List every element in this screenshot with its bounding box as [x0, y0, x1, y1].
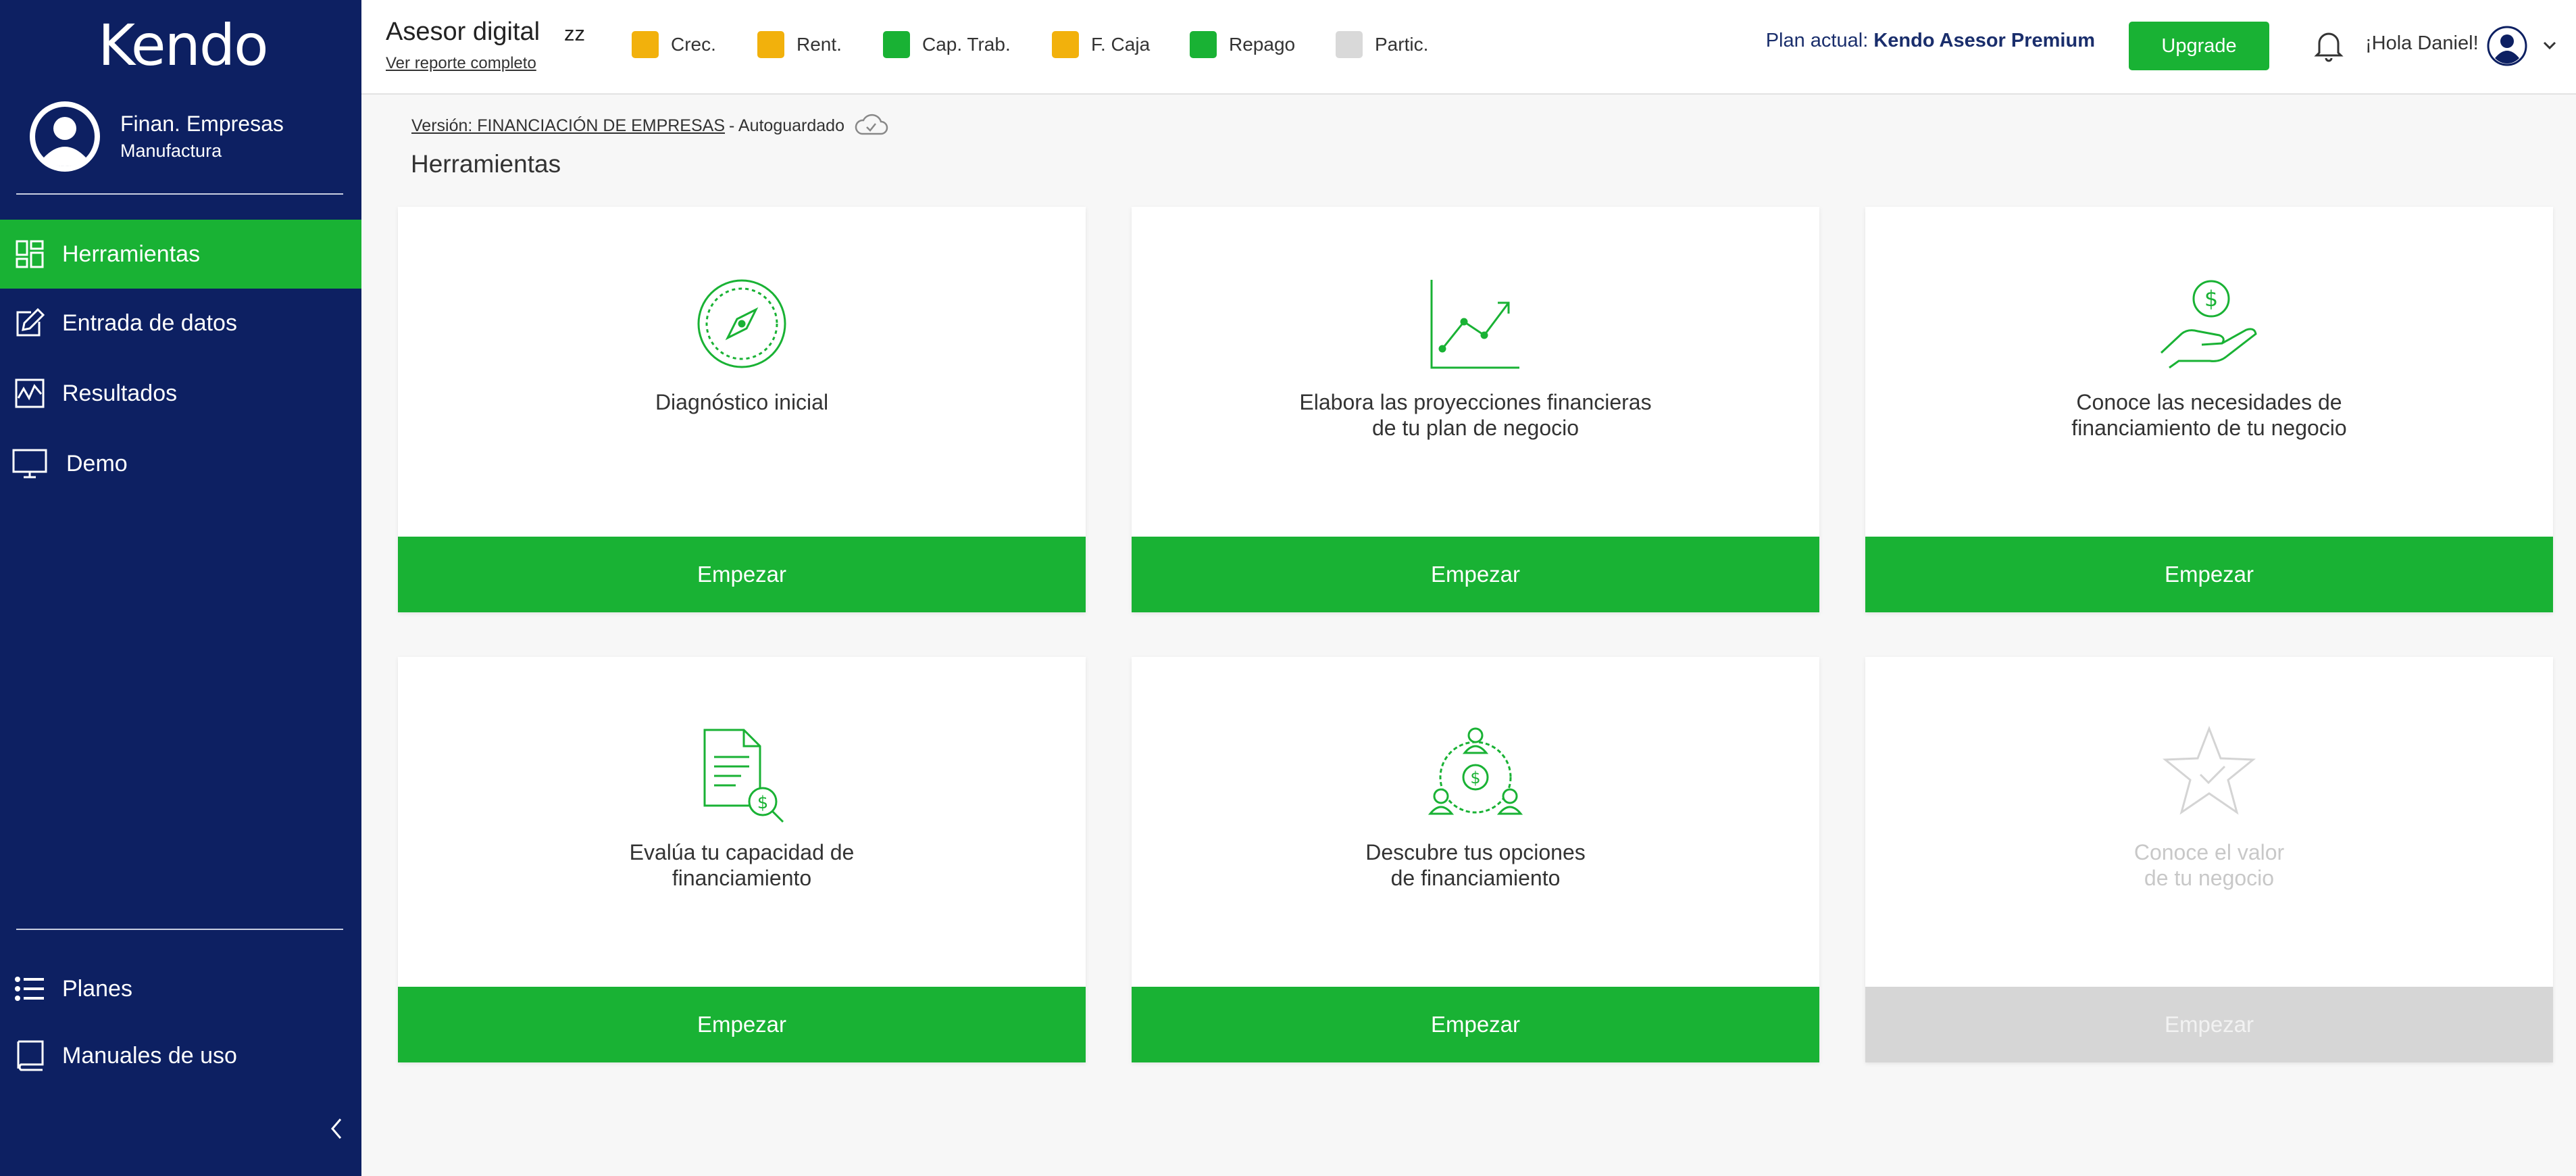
start-button-disabled: Empezar	[1865, 987, 2553, 1062]
sidebar-item-demo[interactable]: Demo	[0, 429, 361, 498]
indicator-repago[interactable]: Repago	[1190, 31, 1295, 58]
card-text: Descubre tus opciones de financiamiento	[1365, 840, 1586, 890]
star-check-icon	[2158, 723, 2260, 825]
hand-coin-icon: $	[2158, 273, 2260, 374]
sidebar-item-label: Manuales de uso	[62, 1042, 237, 1069]
indicator-rent[interactable]: Rent.	[757, 31, 842, 58]
start-button[interactable]: Empezar	[1865, 537, 2553, 612]
card-text: Evalúa tu capacidad de financiamiento	[629, 840, 855, 890]
start-button[interactable]: Empezar	[398, 987, 1086, 1062]
autosave-status: - Autoguardado	[729, 116, 844, 135]
compass-icon	[691, 273, 792, 374]
plan-name: Kendo Asesor Premium	[1873, 30, 2095, 51]
cloud-check-icon	[853, 114, 889, 138]
card-text: Elabora las proyecciones financieras de …	[1299, 390, 1652, 440]
edit-icon	[9, 303, 50, 343]
chevron-down-icon[interactable]	[2541, 38, 2558, 53]
start-button[interactable]: Empezar	[1132, 537, 1819, 612]
growth-chart-icon	[1425, 273, 1526, 374]
version-link[interactable]: Versión: FINANCIACIÓN DE EMPRESAS	[411, 116, 725, 136]
indicator-f-caja[interactable]: F. Caja	[1052, 31, 1150, 58]
tool-card: $ Conoce las necesidades de financiamien…	[1865, 207, 2553, 612]
status-square	[883, 31, 910, 58]
avatar	[30, 101, 100, 172]
tool-card: $ Descubre tus opciones de financiamient…	[1132, 657, 1819, 1062]
svg-text:$: $	[2204, 286, 2218, 312]
status-square	[757, 31, 784, 58]
collapse-sidebar-icon[interactable]	[324, 1114, 349, 1144]
upgrade-button[interactable]: Upgrade	[2129, 22, 2269, 70]
profile-subtitle: Manufactura	[120, 141, 222, 161]
indicator-label: F. Caja	[1091, 34, 1151, 55]
dashboard-icon	[9, 234, 50, 274]
status-square	[1190, 31, 1217, 58]
book-icon	[9, 1035, 50, 1076]
status-square	[1052, 31, 1079, 58]
start-button[interactable]: Empezar	[1132, 987, 1819, 1062]
indicator-partic[interactable]: Partic.	[1336, 31, 1428, 58]
monitor-icon	[9, 443, 50, 484]
indicator-label: Repago	[1229, 34, 1296, 55]
sidebar-item-manuales-de-uso[interactable]: Manuales de uso	[0, 1021, 361, 1090]
indicator-label: Cap. Trab.	[922, 34, 1011, 55]
tool-card: $ Evalúa tu capacidad de financiamiento …	[398, 657, 1086, 1062]
status-square	[1336, 31, 1363, 58]
card-text: Conoce el valor de tu negocio	[2133, 840, 2285, 890]
svg-text:$: $	[757, 793, 769, 813]
divider	[16, 929, 343, 930]
top-header: Asesor digital zz Ver reporte completo C…	[361, 0, 2576, 95]
kendo-logo[interactable]: Kendo	[98, 12, 269, 78]
svg-text:$: $	[1470, 768, 1480, 787]
plan-label: Plan actual:	[1765, 30, 1869, 51]
tool-card: Elabora las proyecciones financieras de …	[1132, 207, 1819, 612]
current-plan: Plan actual: Kendo Asesor Premium	[1766, 30, 2095, 52]
chart-icon	[9, 373, 50, 414]
sidebar-item-resultados[interactable]: Resultados	[0, 359, 361, 428]
sidebar-item-label: Resultados	[62, 380, 178, 406]
sidebar-item-entrada-de-datos[interactable]: Entrada de datos	[0, 289, 361, 358]
people-money-icon: $	[1425, 723, 1526, 825]
tool-card-disabled: Conoce el valor de tu negocio Empezar	[1865, 657, 2553, 1062]
indicator-label: Crec.	[671, 34, 716, 55]
bell-icon[interactable]	[2314, 28, 2344, 62]
indicator-label: Partic.	[1375, 34, 1429, 55]
advisor-code: zz	[564, 22, 585, 45]
profile: Finan. Empresas Manufactura	[30, 101, 284, 172]
tool-card: Diagnóstico inicial Empezar	[398, 207, 1086, 612]
sidebar-item-label: Herramientas	[62, 241, 201, 267]
indicator-cap-trab[interactable]: Cap. Trab.	[883, 31, 1011, 58]
indicator-label: Rent.	[797, 34, 842, 55]
sidebar-item-label: Planes	[62, 975, 132, 1002]
profile-name: Finan. Empresas	[120, 112, 284, 136]
page-title: Asesor digital	[386, 18, 540, 46]
indicator-crec[interactable]: Crec.	[632, 31, 716, 58]
sidebar-item-herramientas[interactable]: Herramientas	[0, 220, 361, 289]
greeting: ¡Hola Daniel!	[2365, 32, 2479, 54]
section-title: Herramientas	[411, 150, 561, 178]
card-text: Diagnóstico inicial	[655, 390, 829, 414]
card-text: Conoce las necesidades de financiamiento…	[2071, 390, 2347, 440]
sidebar-item-planes[interactable]: Planes	[0, 954, 361, 1023]
sidebar-item-label: Entrada de datos	[62, 310, 237, 336]
list-icon	[9, 969, 50, 1009]
sidebar: Kendo Finan. Empresas Manufactura Herram…	[0, 0, 361, 1176]
report-link[interactable]: Ver reporte completo	[386, 54, 536, 73]
document-dollar-icon: $	[691, 723, 792, 825]
divider	[16, 193, 343, 195]
start-button[interactable]: Empezar	[398, 537, 1086, 612]
user-avatar-icon[interactable]	[2487, 26, 2527, 66]
status-square	[632, 31, 659, 58]
version-bar: Versión: FINANCIACIÓN DE EMPRESAS - Auto…	[411, 114, 889, 138]
sidebar-item-label: Demo	[66, 450, 128, 476]
